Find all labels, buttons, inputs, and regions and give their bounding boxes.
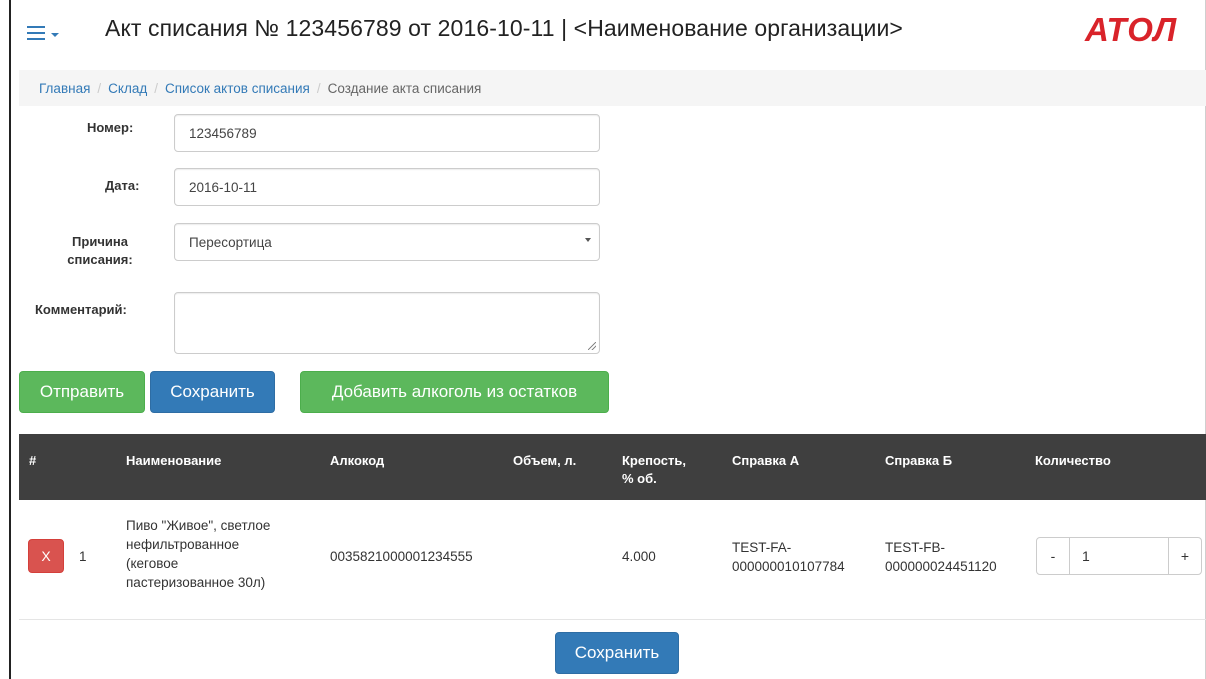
breadcrumb-separator: / [97, 80, 102, 96]
column-header-quantity: Количество [1035, 453, 1111, 468]
row-ref-b-line: 000000024451120 [885, 559, 997, 574]
row-name: Пиво "Живое", светлое нефильтрованное (к… [126, 516, 270, 592]
comment-label: Комментарий: [35, 302, 127, 317]
breadcrumb-current: Создание акта списания [327, 80, 482, 96]
row-name-line: (кеговое [126, 556, 179, 571]
row-ref-a: TEST-FA- 000000010107784 [732, 538, 845, 576]
column-header-alcocode: Алкокод [330, 453, 385, 468]
breadcrumb-separator: / [154, 80, 158, 96]
row-ref-b: TEST-FB- 000000024451120 [885, 538, 997, 576]
hamburger-icon [27, 26, 45, 40]
column-header-strength: Крепость, % об. [622, 452, 686, 488]
reason-label-line: списания: [67, 252, 133, 267]
menu-toggle-button[interactable] [27, 26, 59, 40]
column-header-ref-a: Справка А [732, 453, 800, 468]
quantity-input[interactable]: 1 [1070, 537, 1168, 575]
chevron-down-icon [51, 33, 59, 37]
column-header-name: Наименование [126, 453, 222, 468]
date-input-value: 2016-10-11 [189, 179, 258, 195]
row-ref-a-line: 000000010107784 [732, 559, 845, 574]
table-header: # Наименование Алкокод Объем, л. Крепост… [19, 434, 1206, 500]
quantity-decrement-button[interactable]: - [1036, 537, 1070, 575]
number-label: Номер: [87, 120, 134, 135]
delete-row-button[interactable]: X [28, 539, 64, 573]
save-button[interactable]: Сохранить [150, 371, 275, 413]
quantity-stepper: - 1 + [1036, 537, 1202, 575]
column-header-volume: Объем, л. [513, 453, 577, 468]
breadcrumb-separator: / [316, 80, 321, 96]
row-alcocode: 0035821000001234555 [330, 549, 473, 564]
row-name-line: пастеризованное 30л) [126, 575, 266, 590]
breadcrumb-writeoff-list[interactable]: Список актов списания [165, 81, 310, 96]
reason-label: Причина списания: [60, 233, 140, 269]
column-header-strength-line: % об. [622, 471, 657, 486]
row-strength: 4.000 [622, 549, 656, 564]
page-header: Акт списания № 123456789 от 2016-10-11 |… [11, 0, 1206, 66]
column-header-strength-line: Крепость, [622, 453, 686, 468]
add-alcohol-from-stock-button[interactable]: Добавить алкоголь из остатков [300, 371, 609, 413]
row-ref-b-line: TEST-FB- [885, 540, 945, 555]
send-button[interactable]: Отправить [19, 371, 145, 413]
breadcrumb: Главная / Склад / Список актов списания … [19, 70, 1206, 106]
resize-handle-icon[interactable] [588, 342, 596, 350]
dropdown-caret-icon [585, 238, 591, 242]
number-input[interactable]: 123456789 [174, 114, 600, 152]
reason-select[interactable]: Пересортица [174, 223, 600, 261]
row-name-line: Пиво "Живое", светлое [126, 518, 271, 533]
breadcrumb-warehouse[interactable]: Склад [108, 81, 147, 96]
row-name-line: нефильтрованное [126, 537, 240, 552]
table-row-divider [19, 619, 1206, 620]
column-header-num: # [29, 453, 37, 468]
atol-logo: АТОЛ [1085, 11, 1178, 48]
breadcrumb-home[interactable]: Главная [39, 81, 90, 96]
row-ref-a-line: TEST-FA- [732, 540, 792, 555]
date-label: Дата: [105, 178, 140, 193]
date-input[interactable]: 2016-10-11 [174, 168, 600, 206]
quantity-increment-button[interactable]: + [1168, 537, 1202, 575]
window-left-border [9, 0, 11, 679]
number-input-value: 123456789 [189, 125, 257, 141]
reason-label-line: Причина [72, 234, 128, 249]
reason-select-value: Пересортица [189, 234, 272, 250]
row-number: 1 [79, 549, 87, 564]
column-header-ref-b: Справка Б [885, 453, 953, 468]
comment-textarea[interactable] [174, 292, 600, 354]
page-title: Акт списания № 123456789 от 2016-10-11 |… [105, 15, 903, 41]
footer-save-button[interactable]: Сохранить [555, 632, 679, 674]
